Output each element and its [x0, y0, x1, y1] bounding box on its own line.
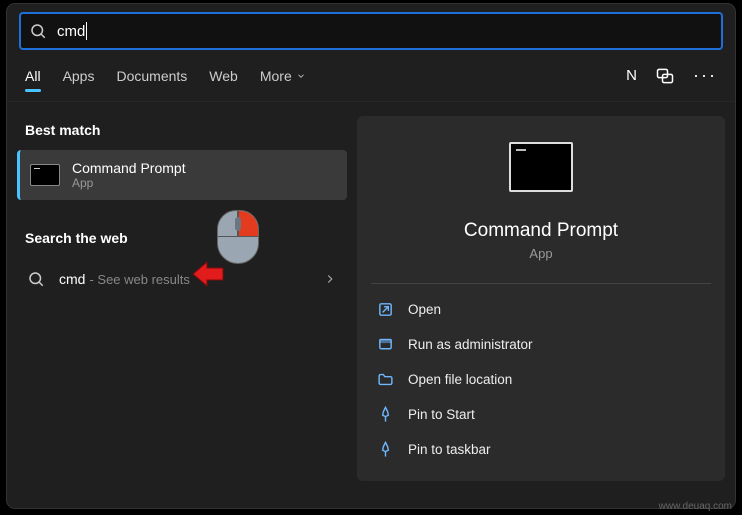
- action-pin-taskbar[interactable]: Pin to taskbar: [371, 432, 711, 467]
- details-title: Command Prompt: [464, 220, 618, 242]
- pin-icon: [377, 406, 394, 423]
- filter-tabs: All Apps Documents Web More: [25, 54, 306, 98]
- watermark: www.deuaq.com: [659, 501, 732, 512]
- action-open-file-location[interactable]: Open file location: [371, 362, 711, 397]
- web-search-suffix: - See web results: [89, 272, 189, 287]
- results-left-pane: Best match Command Prompt App Search the…: [17, 102, 347, 481]
- command-prompt-hero-icon: [509, 142, 573, 192]
- folder-icon: [377, 371, 394, 388]
- search-web-section: Search the web cmd - See web results: [17, 224, 347, 300]
- best-match-texts: Command Prompt App: [72, 160, 186, 190]
- tabs-row: All Apps Documents Web More N ···: [7, 50, 735, 102]
- tab-web[interactable]: Web: [209, 54, 238, 98]
- actions-list: Open Run as administrator Open file loca…: [371, 292, 711, 467]
- details-subtitle: App: [529, 246, 552, 261]
- chevron-down-icon: [296, 71, 306, 81]
- action-open[interactable]: Open: [371, 292, 711, 327]
- action-label: Open: [408, 302, 441, 317]
- best-match-title: Command Prompt: [72, 160, 186, 176]
- shield-icon: [377, 336, 394, 353]
- search-input-container[interactable]: cmd: [19, 12, 723, 50]
- best-match-result[interactable]: Command Prompt App: [17, 150, 347, 200]
- chevron-right-icon: [323, 272, 337, 286]
- action-label: Open file location: [408, 372, 512, 387]
- annotation-arrow: [193, 260, 225, 288]
- top-right-controls: N ···: [626, 65, 717, 86]
- web-search-item[interactable]: cmd - See web results: [17, 258, 347, 300]
- tab-all[interactable]: All: [25, 54, 41, 98]
- text-caret: [86, 22, 87, 40]
- pin-icon: [377, 441, 394, 458]
- details-pane: Command Prompt App Open Run as administr…: [357, 116, 725, 481]
- search-icon: [27, 270, 45, 288]
- tab-more-label: More: [260, 68, 292, 84]
- feedback-icon[interactable]: [655, 66, 675, 86]
- tab-documents[interactable]: Documents: [116, 54, 187, 98]
- search-icon: [29, 22, 47, 40]
- results-body: Best match Command Prompt App Search the…: [7, 102, 735, 481]
- action-label: Pin to Start: [408, 407, 475, 422]
- open-icon: [377, 301, 394, 318]
- divider: [371, 283, 711, 284]
- web-search-term: cmd: [59, 271, 85, 287]
- account-badge[interactable]: N: [626, 67, 637, 84]
- tab-apps[interactable]: Apps: [63, 54, 95, 98]
- more-options-icon[interactable]: ···: [693, 65, 717, 86]
- best-match-label: Best match: [17, 116, 347, 150]
- action-label: Pin to taskbar: [408, 442, 491, 457]
- start-search-window: cmd All Apps Documents Web More N ··· Be…: [7, 4, 735, 508]
- best-match-subtitle: App: [72, 176, 186, 190]
- search-web-label: Search the web: [17, 224, 347, 258]
- action-run-admin[interactable]: Run as administrator: [371, 327, 711, 362]
- tab-more[interactable]: More: [260, 54, 306, 98]
- action-label: Run as administrator: [408, 337, 533, 352]
- command-prompt-icon: [30, 164, 60, 186]
- action-pin-start[interactable]: Pin to Start: [371, 397, 711, 432]
- search-query-text: cmd: [57, 23, 85, 40]
